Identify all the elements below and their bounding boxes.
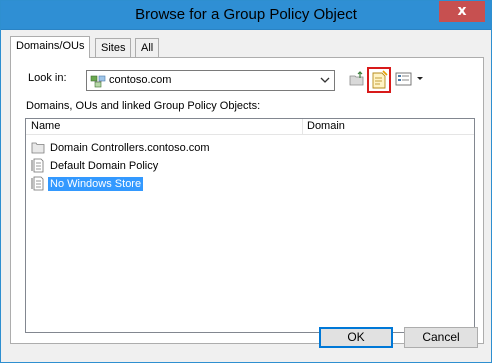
look-in-value: contoso.com xyxy=(109,74,172,86)
chevron-down-icon xyxy=(417,77,423,80)
up-one-level-icon xyxy=(349,71,364,86)
list-item[interactable]: Default Domain Policy xyxy=(29,157,469,174)
close-button[interactable]: x xyxy=(439,1,485,22)
up-one-level-button[interactable] xyxy=(348,70,368,90)
window-title: Browse for a Group Policy Object xyxy=(135,6,357,23)
title-bar[interactable]: Browse for a Group Policy Object x xyxy=(1,1,491,30)
list-item-name: No Windows Store xyxy=(48,177,144,191)
browse-gpo-dialog: Browse for a Group Policy Object x Domai… xyxy=(0,0,492,363)
domain-icon xyxy=(90,75,106,88)
view-menu-button[interactable] xyxy=(395,70,429,90)
list-item-name: Default Domain Policy xyxy=(50,160,159,172)
column-header-domain[interactable]: Domain xyxy=(307,120,345,132)
column-header-name[interactable]: Name xyxy=(31,120,60,132)
look-in-combobox[interactable]: contoso.com xyxy=(86,70,335,91)
close-icon: x xyxy=(457,3,467,19)
tab-panel: Look in: contoso.com Domains, OUs and li… xyxy=(10,57,484,344)
tab-all[interactable]: All xyxy=(135,38,160,57)
chevron-down-icon xyxy=(320,77,330,83)
gpo-icon xyxy=(31,158,44,173)
tab-label: Sites xyxy=(101,42,126,54)
new-gpo-icon xyxy=(372,70,388,89)
dialog-content: Domains/OUs Sites All Look in: contoso.c… xyxy=(7,30,485,356)
gpo-icon xyxy=(31,176,44,191)
view-menu-icon xyxy=(395,72,423,86)
list-item-name: Domain Controllers.contoso.com xyxy=(50,142,210,154)
tab-label: Domains/OUs xyxy=(16,40,85,52)
gpo-list[interactable]: Name Domain Domain Controllers.contoso.c… xyxy=(25,118,475,333)
tab-domains-ous[interactable]: Domains/OUs xyxy=(10,36,91,58)
list-caption: Domains, OUs and linked Group Policy Obj… xyxy=(26,100,261,112)
cancel-button[interactable]: Cancel xyxy=(404,327,478,348)
tab-label: All xyxy=(141,42,154,54)
list-item[interactable]: Domain Controllers.contoso.com xyxy=(29,139,469,156)
list-item-selected[interactable]: No Windows Store xyxy=(29,175,469,192)
list-header: Name Domain xyxy=(26,119,474,135)
folder-icon xyxy=(31,142,45,154)
tab-sites[interactable]: Sites xyxy=(95,38,132,57)
ok-button[interactable]: OK xyxy=(319,327,393,348)
create-gpo-button[interactable] xyxy=(367,67,391,93)
look-in-label: Look in: xyxy=(28,72,67,84)
column-divider[interactable] xyxy=(302,119,303,134)
